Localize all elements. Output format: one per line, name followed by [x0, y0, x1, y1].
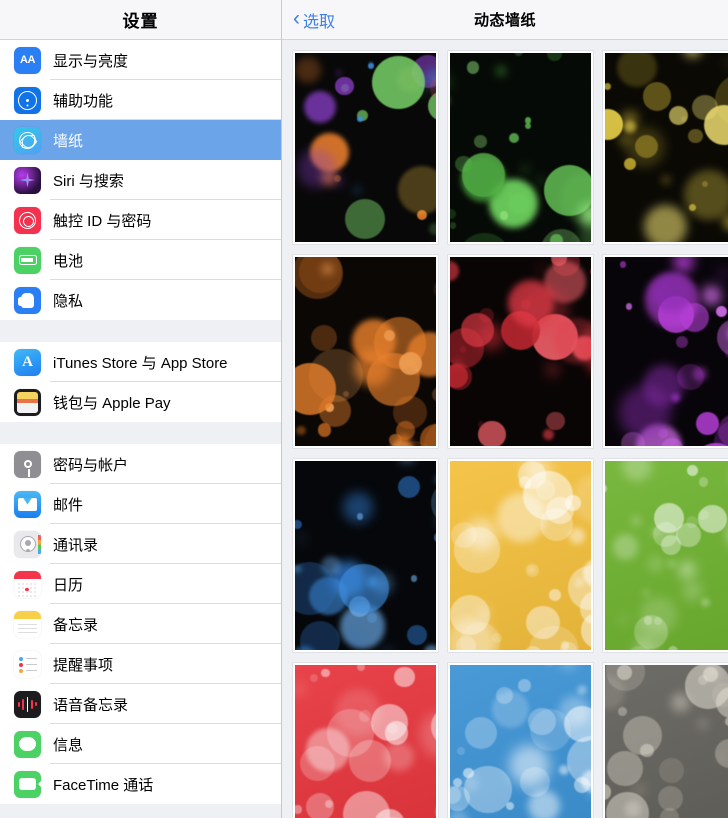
sidebar-list[interactable]: AA 显示与亮度辅助功能墙纸 Siri 与搜索触控 ID 与密码电池隐私 iTunes…	[0, 40, 281, 804]
sidebar-item-siri[interactable]: Siri 与搜索	[0, 160, 281, 200]
settings-sidebar: 设置 AA 显示与亮度辅助功能墙纸 Siri 与搜索触控 ID 与密码电池隐私 iTu…	[0, 0, 282, 818]
wallpaper-thumbnail[interactable]	[603, 663, 728, 818]
sidebar-item-label: 密码与帐户	[53, 456, 129, 474]
chevron-left-icon: ‹	[293, 7, 300, 30]
sidebar-item-messages[interactable]: 信息	[0, 724, 281, 764]
voice-memos-icon	[14, 690, 41, 718]
wallpaper-detail-pane: ‹ 选取 动态墙纸	[282, 0, 728, 818]
sidebar-item-label: 钱包与 Apple Pay	[53, 394, 171, 412]
sidebar-item-label: 触控 ID 与密码	[53, 212, 152, 230]
sidebar-item-voice-memos[interactable]: 语音备忘录	[0, 684, 281, 724]
bokeh-layer	[450, 53, 591, 242]
reminders-icon	[14, 650, 41, 678]
wallpaper-thumbnail[interactable]	[603, 255, 728, 448]
sidebar-item-label: 备忘录	[53, 616, 99, 634]
wallpaper-thumbnail[interactable]	[293, 663, 438, 818]
sidebar-item-calendar[interactable]: 日历	[0, 564, 281, 604]
settings-split-view: 设置 AA 显示与亮度辅助功能墙纸 Siri 与搜索触控 ID 与密码电池隐私 iTu…	[0, 0, 728, 818]
detail-header: ‹ 选取 动态墙纸	[282, 0, 728, 40]
sidebar-item-label: 邮件	[53, 496, 84, 514]
sidebar-item-label: FaceTime 通话	[53, 776, 154, 794]
bokeh-layer	[450, 665, 591, 818]
wallpaper-grid[interactable]	[282, 40, 728, 818]
wallpaper-thumbnail[interactable]	[448, 51, 593, 244]
back-button-label: 选取	[303, 13, 336, 31]
display-brightness-icon: AA	[14, 46, 41, 74]
wallpaper-thumbnail[interactable]	[293, 255, 438, 448]
page-title: 设置	[122, 12, 159, 31]
sidebar-item-notes[interactable]: 备忘录	[0, 604, 281, 644]
privacy-hand-icon	[14, 286, 41, 314]
bokeh-layer	[295, 53, 436, 242]
battery-icon	[14, 246, 41, 274]
sidebar-item-reminders[interactable]: 提醒事项	[0, 644, 281, 684]
sidebar-item-accessibility[interactable]: 辅助功能	[0, 80, 281, 120]
wallet-icon	[14, 388, 41, 416]
sidebar-item-contacts[interactable]: 通讯录	[0, 524, 281, 564]
sidebar-item-wallpaper[interactable]: 墙纸	[0, 120, 281, 160]
sidebar-item-display-brightness[interactable]: AA 显示与亮度	[0, 40, 281, 80]
sidebar-item-privacy-hand[interactable]: 隐私	[0, 280, 281, 320]
sidebar-item-passwords-accounts[interactable]: 密码与帐户	[0, 444, 281, 484]
sidebar-header: 设置	[0, 0, 281, 40]
bokeh-layer	[605, 461, 728, 650]
bokeh-layer	[605, 53, 728, 242]
sidebar-item-label: Siri 与搜索	[53, 172, 124, 190]
bokeh-layer	[605, 257, 728, 446]
sidebar-group: 密码与帐户邮件通讯录日历备忘录提醒事项语音备忘录信息 FaceTime 通话	[0, 444, 281, 804]
sidebar-item-label: 提醒事项	[53, 656, 114, 674]
facetime-icon	[14, 770, 41, 798]
sidebar-item-itunes-store[interactable]: iTunes Store 与 App Store	[0, 342, 281, 382]
bokeh-layer	[605, 665, 728, 818]
passwords-accounts-icon	[14, 450, 41, 478]
wallpaper-icon	[14, 126, 41, 154]
bokeh-layer	[295, 665, 436, 818]
wallpaper-thumbnail[interactable]	[448, 663, 593, 818]
sidebar-item-label: 隐私	[53, 292, 84, 310]
notes-icon	[14, 610, 41, 638]
sidebar-item-label: 墙纸	[53, 132, 84, 150]
back-button[interactable]: ‹ 选取	[282, 8, 335, 32]
touch-id-icon	[14, 206, 41, 234]
sidebar-item-label: 语音备忘录	[53, 696, 129, 714]
sidebar-item-label: 日历	[53, 576, 84, 594]
wallpaper-thumbnail[interactable]	[603, 51, 728, 244]
bokeh-layer	[295, 257, 436, 446]
bokeh-layer	[295, 461, 436, 650]
detail-title: 动态墙纸	[473, 12, 536, 29]
siri-icon	[14, 166, 41, 194]
sidebar-item-label: 显示与亮度	[53, 52, 129, 70]
bokeh-layer	[450, 461, 591, 650]
wallpaper-thumbnail[interactable]	[293, 51, 438, 244]
wallpaper-thumbnail[interactable]	[603, 459, 728, 652]
sidebar-item-label: iTunes Store 与 App Store	[53, 354, 228, 372]
sidebar-item-battery[interactable]: 电池	[0, 240, 281, 280]
contacts-icon	[14, 530, 41, 558]
sidebar-group-separator	[0, 422, 281, 444]
sidebar-item-label: 通讯录	[53, 536, 99, 554]
messages-icon	[14, 730, 41, 758]
sidebar-item-wallet[interactable]: 钱包与 Apple Pay	[0, 382, 281, 422]
accessibility-icon	[14, 86, 41, 114]
sidebar-item-facetime[interactable]: FaceTime 通话	[0, 764, 281, 804]
sidebar-item-label: 辅助功能	[53, 92, 114, 110]
mail-icon	[14, 490, 41, 518]
sidebar-item-mail[interactable]: 邮件	[0, 484, 281, 524]
sidebar-group-separator	[0, 320, 281, 342]
sidebar-item-label: 电池	[53, 252, 84, 270]
itunes-store-icon	[14, 348, 41, 376]
wallpaper-thumbnail[interactable]	[293, 459, 438, 652]
bokeh-layer	[450, 257, 591, 446]
sidebar-group: iTunes Store 与 App Store 钱包与 Apple Pay	[0, 342, 281, 422]
sidebar-group: AA 显示与亮度辅助功能墙纸 Siri 与搜索触控 ID 与密码 电池隐私	[0, 40, 281, 320]
wallpaper-thumbnail[interactable]	[448, 255, 593, 448]
wallpaper-thumbnail[interactable]	[448, 459, 593, 652]
sidebar-item-label: 信息	[53, 736, 84, 754]
calendar-icon	[14, 570, 41, 598]
sidebar-item-touch-id[interactable]: 触控 ID 与密码	[0, 200, 281, 240]
